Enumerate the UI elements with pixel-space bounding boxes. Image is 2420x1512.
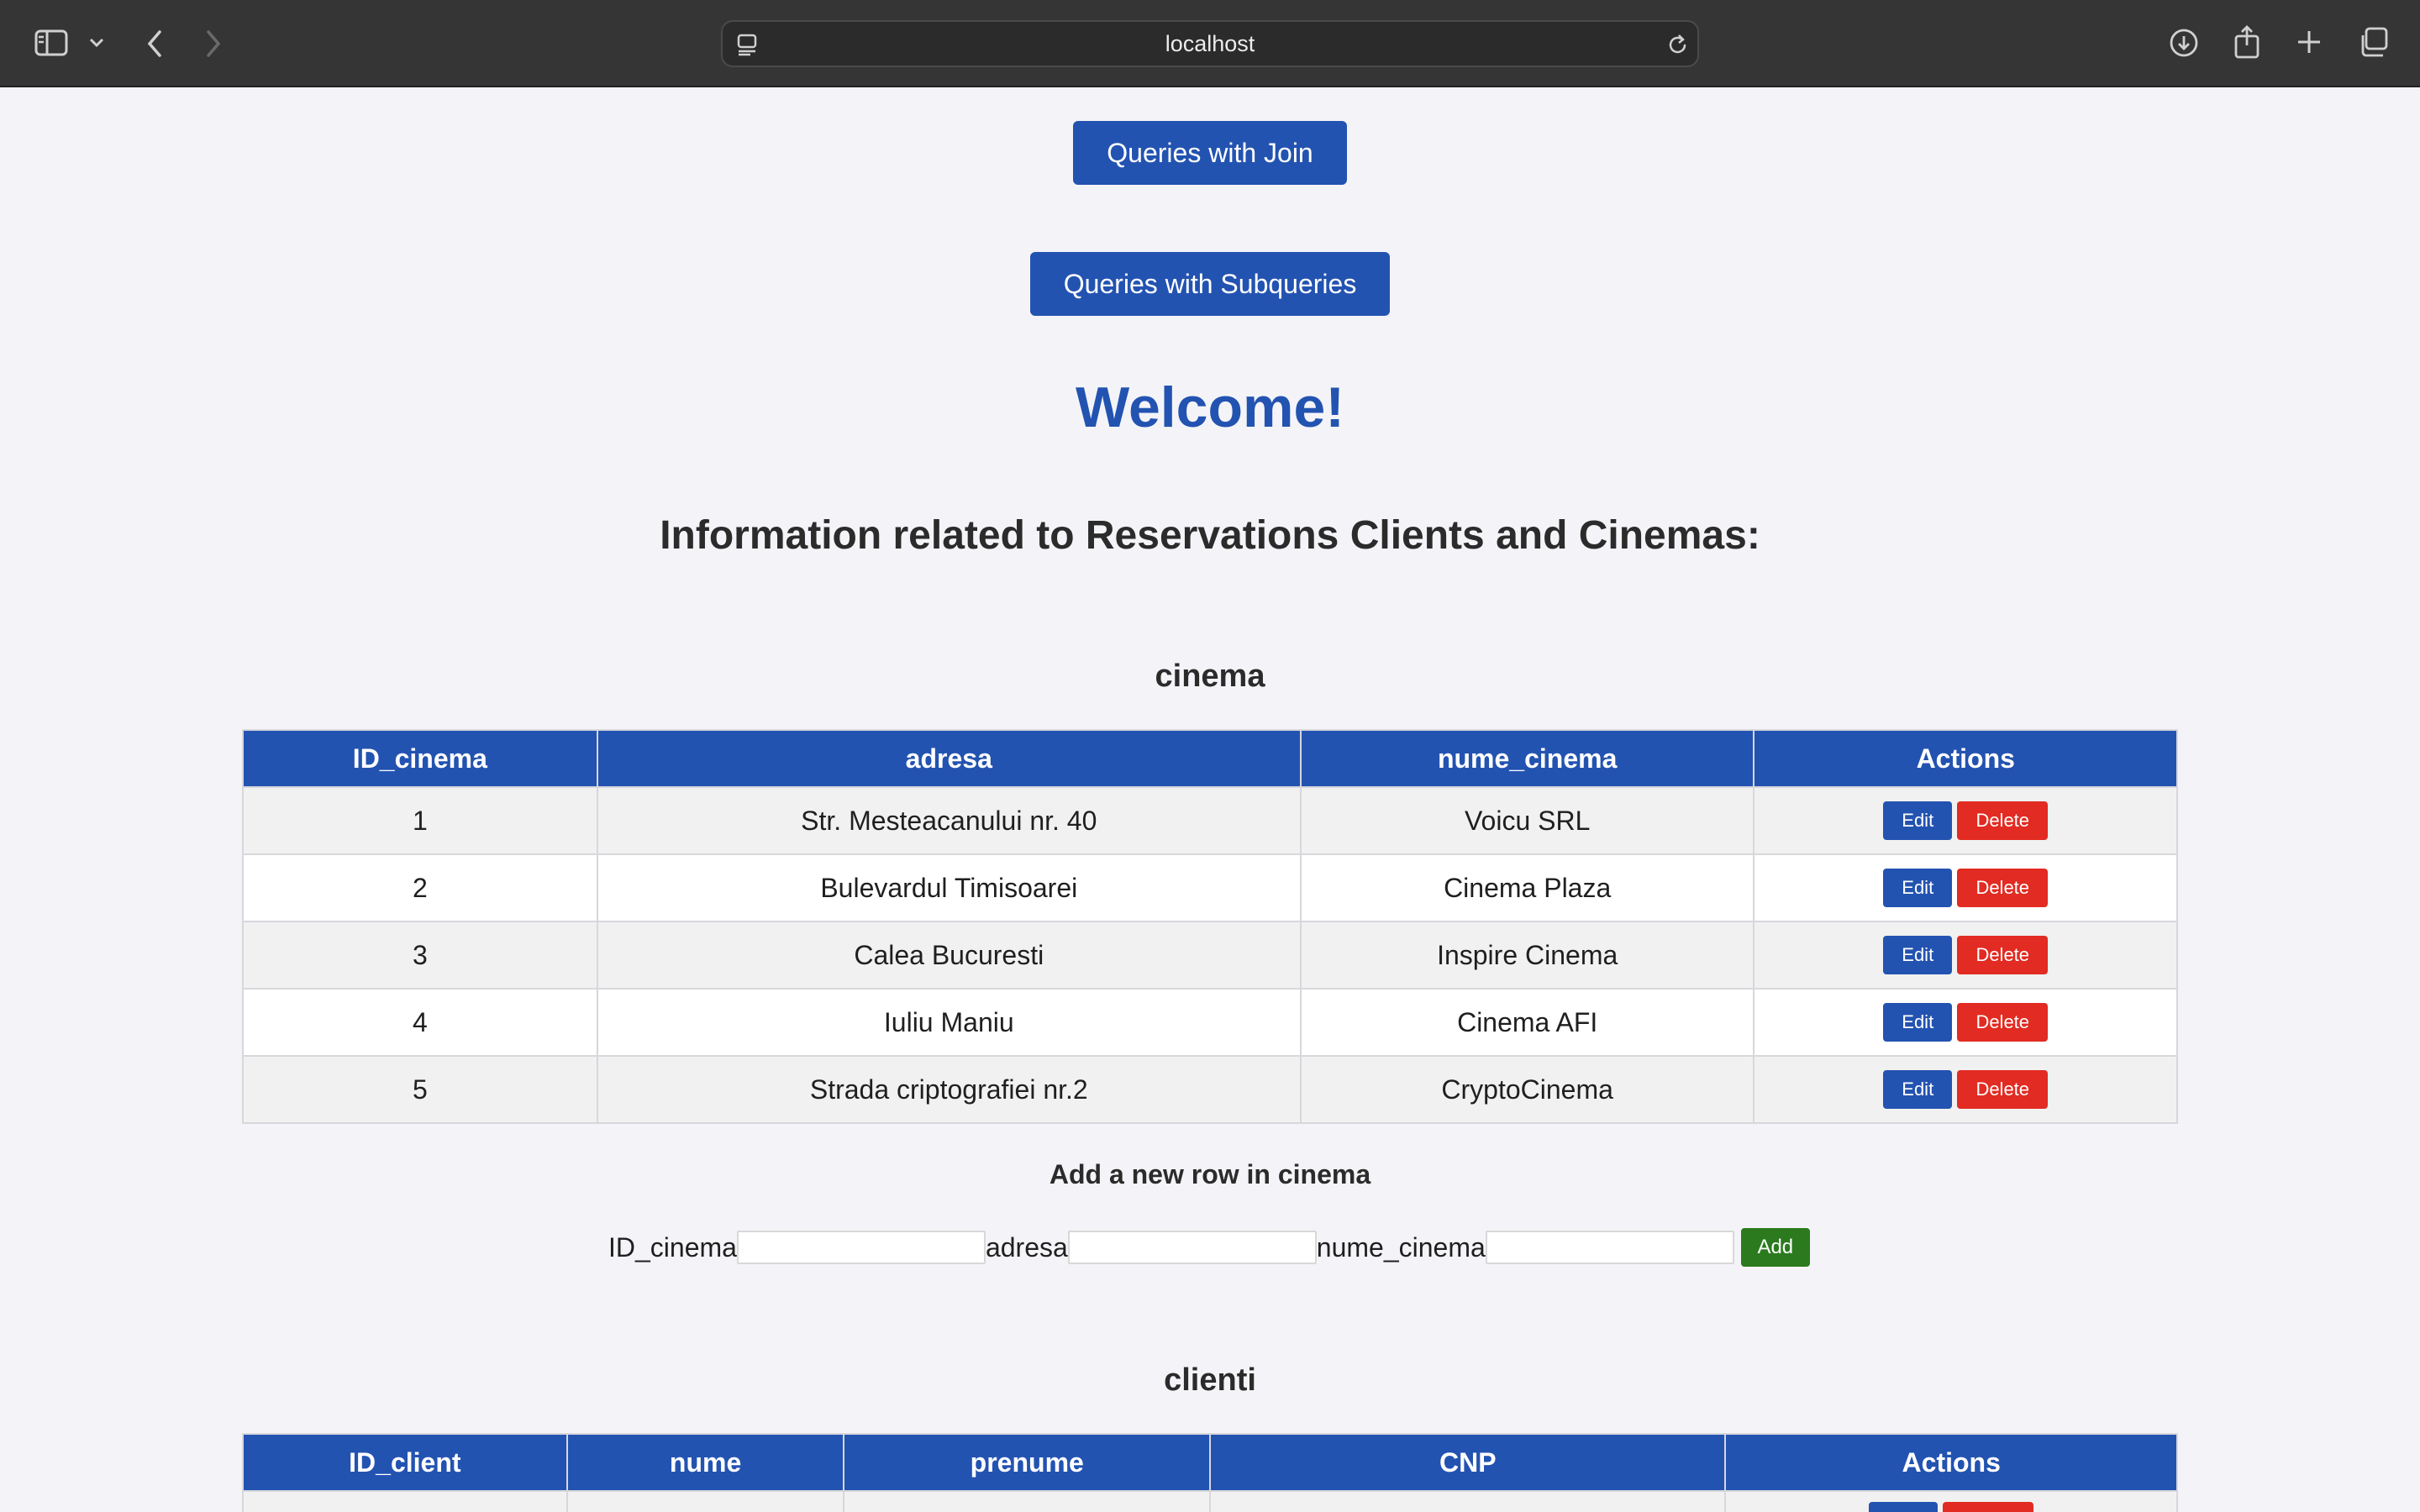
- address-bar[interactable]: localhost: [721, 20, 1699, 67]
- edit-button[interactable]: Edit: [1869, 1502, 1939, 1512]
- cell-nume-cinema: CryptoCinema: [1299, 1055, 1755, 1124]
- add-cinema-form: ID_cinema adresa nume_cinema Add: [608, 1225, 1810, 1270]
- table-cell: [1209, 1490, 1727, 1512]
- column-header: nume_cinema: [1299, 729, 1755, 788]
- cell-adresa: Str. Mesteacanului nr. 40: [596, 786, 1302, 855]
- cell-id: 2: [242, 853, 598, 922]
- column-header: Actions: [1753, 729, 2178, 788]
- table-row: 2 Bulevardul Timisoarei Cinema Plaza Edi…: [242, 853, 2178, 922]
- chevron-down-icon[interactable]: [87, 32, 106, 54]
- delete-button[interactable]: Delete: [1957, 1070, 2049, 1109]
- cell-id: 4: [242, 988, 598, 1057]
- table-cell: [242, 1490, 568, 1512]
- edit-button[interactable]: Edit: [1883, 1070, 1953, 1109]
- table-row: 4 Iuliu Maniu Cinema AFI Edit Delete: [242, 988, 2178, 1057]
- adresa-label: adresa: [985, 1231, 1068, 1263]
- table-cell: [843, 1490, 1212, 1512]
- delete-button[interactable]: Delete: [1957, 801, 2049, 840]
- share-icon[interactable]: [2232, 24, 2262, 60]
- download-icon[interactable]: [2168, 27, 2200, 59]
- nume-cinema-input[interactable]: [1485, 1231, 1734, 1264]
- cell-id: 1: [242, 786, 598, 855]
- cinema-table: ID_cinema adresa nume_cinema Actions 1 S…: [242, 729, 2178, 1124]
- add-button[interactable]: Add: [1740, 1228, 1810, 1267]
- cell-nume-cinema: Cinema AFI: [1299, 988, 1755, 1057]
- column-header: ID_cinema: [242, 729, 598, 788]
- id-cinema-input[interactable]: [736, 1231, 986, 1264]
- queries-with-join-button[interactable]: Queries with Join: [1073, 121, 1347, 185]
- sidebar-icon[interactable]: [32, 25, 71, 60]
- nume-cinema-label: nume_cinema: [1316, 1231, 1486, 1263]
- reload-icon[interactable]: [1665, 32, 1691, 57]
- column-header: Actions: [1724, 1433, 2178, 1492]
- column-header: adresa: [596, 729, 1302, 788]
- delete-button[interactable]: Delete: [1957, 869, 2049, 907]
- cell-id: 5: [242, 1055, 598, 1124]
- cell-actions: Edit Delete: [1724, 1490, 2178, 1512]
- add-row-title: Add a new row in cinema: [1049, 1159, 1371, 1189]
- cell-actions: EditDelete: [1753, 1055, 2178, 1124]
- edit-button[interactable]: Edit: [1883, 869, 1953, 907]
- browser-toolbar: localhost: [0, 0, 2420, 87]
- delete-button[interactable]: Delete: [1943, 1502, 2034, 1512]
- table-row: 1 Str. Mesteacanului nr. 40 Voicu SRL Ed…: [242, 786, 2178, 855]
- table-row: 5 Strada criptografiei nr.2 CryptoCinema…: [242, 1055, 2178, 1124]
- column-header: prenume: [843, 1433, 1212, 1492]
- cell-adresa: Strada criptografiei nr.2: [596, 1055, 1302, 1124]
- table-row: Edit Delete: [242, 1490, 2178, 1512]
- cell-nume-cinema: Cinema Plaza: [1299, 853, 1755, 922]
- column-header: CNP: [1209, 1433, 1727, 1492]
- cell-actions: EditDelete: [1753, 921, 2178, 990]
- edit-button[interactable]: Edit: [1883, 936, 1953, 974]
- table-header-row: ID_client nume prenume CNP Actions: [242, 1433, 2178, 1492]
- plus-icon[interactable]: [2294, 27, 2324, 57]
- cell-nume-cinema: Voicu SRL: [1299, 786, 1755, 855]
- cinema-section-title: cinema: [1155, 659, 1265, 694]
- table-cell: [566, 1490, 845, 1512]
- cell-nume-cinema: Inspire Cinema: [1299, 921, 1755, 990]
- url-text: localhost: [1165, 30, 1255, 56]
- tab-overview-icon[interactable]: [2356, 25, 2390, 59]
- queries-with-subqueries-button[interactable]: Queries with Subqueries: [1030, 252, 1390, 316]
- cell-actions: EditDelete: [1753, 988, 2178, 1057]
- cell-adresa: Iuliu Maniu: [596, 988, 1302, 1057]
- cell-adresa: Bulevardul Timisoarei: [596, 853, 1302, 922]
- page-content: Queries with Join Queries with Subquerie…: [0, 89, 2420, 1512]
- column-header: ID_client: [242, 1433, 568, 1492]
- cell-actions: EditDelete: [1753, 786, 2178, 855]
- clienti-section-title: clienti: [1164, 1362, 1256, 1398]
- adresa-input[interactable]: [1067, 1231, 1317, 1264]
- edit-button[interactable]: Edit: [1883, 1003, 1953, 1042]
- welcome-heading: Welcome!: [1076, 375, 1344, 439]
- back-arrow-icon[interactable]: [141, 27, 168, 60]
- page-subtitle: Information related to Reservations Clie…: [660, 513, 1760, 558]
- delete-button[interactable]: Delete: [1957, 936, 2049, 974]
- forward-arrow-icon[interactable]: [200, 27, 227, 60]
- table-row: 3 Calea Bucuresti Inspire Cinema Edit Del…: [242, 921, 2178, 990]
- edit-button[interactable]: Edit: [1883, 801, 1953, 840]
- clienti-table: ID_client nume prenume CNP Actions Edit D…: [242, 1433, 2178, 1512]
- table-header-row: ID_cinema adresa nume_cinema Actions: [242, 729, 2178, 788]
- column-header: nume: [566, 1433, 845, 1492]
- cell-adresa: Calea Bucuresti: [596, 921, 1302, 990]
- cell-actions: EditDelete: [1753, 853, 2178, 922]
- delete-button[interactable]: Delete: [1957, 1003, 2049, 1042]
- cell-id: 3: [242, 921, 598, 990]
- id-cinema-label: ID_cinema: [608, 1231, 737, 1263]
